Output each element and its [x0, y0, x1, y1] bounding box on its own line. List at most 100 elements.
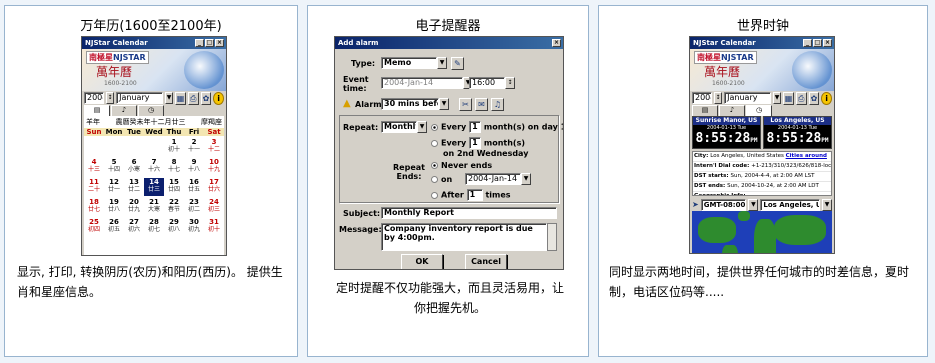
message-icon[interactable]: ✉ [475, 98, 488, 111]
day-cell[interactable]: 24 初三 [204, 198, 224, 216]
tools-icon[interactable]: ✂ [459, 98, 472, 111]
day-cell[interactable]: 29 初八 [164, 218, 184, 236]
tab-clock-icon[interactable]: ◷ [138, 105, 164, 116]
ends-on-option[interactable]: on [431, 175, 452, 184]
clock-remote[interactable]: Los Angeles, US 2004-01-13 Tue 8:55:28PM [763, 116, 832, 149]
city-select[interactable]: Los Angeles, US [760, 198, 821, 211]
maximize-icon[interactable]: □ [813, 39, 822, 47]
day-cell[interactable]: 17 廿六 [204, 178, 224, 196]
edit-icon[interactable]: ✎ [451, 57, 464, 70]
day-cell[interactable]: 8 十七 [164, 158, 184, 176]
message-scrollbar[interactable] [547, 223, 557, 251]
ends-date-field[interactable]: 2004-Jan-14 [465, 173, 521, 185]
day-cell[interactable]: 5 十四 [104, 158, 124, 176]
day-cell[interactable]: 30 初九 [184, 218, 204, 236]
day-cell[interactable]: 20 廿九 [124, 198, 144, 216]
day-cell[interactable]: 23 初二 [184, 198, 204, 216]
message-textarea[interactable]: Company inventory report is due by 4:00p… [381, 223, 547, 251]
day-cell[interactable]: 12 廿一 [104, 178, 124, 196]
maximize-icon[interactable]: □ [205, 39, 214, 47]
year-field[interactable]: 2004 [84, 92, 104, 104]
day-cell[interactable]: 1 初十 [164, 138, 184, 156]
timezone-select[interactable]: GMT-08:00 [700, 198, 747, 211]
event-date-field[interactable]: 2004-Jan-14 [381, 77, 463, 89]
settings-icon[interactable]: ✿ [808, 91, 820, 105]
event-time-field[interactable]: 16:00 [469, 77, 505, 89]
day-cell[interactable]: 31 初十 [204, 218, 224, 236]
tab-alarm-icon[interactable]: ♪ [719, 105, 745, 116]
time-spin-icon[interactable]: ↕ [505, 77, 515, 89]
ends-after-option[interactable]: After 1 times [431, 189, 511, 201]
day-cell[interactable]: 21 大寒 [144, 198, 164, 216]
cities-around-link[interactable]: Cities around [786, 153, 827, 159]
never-ends-radio[interactable] [431, 162, 438, 169]
ends-on-radio[interactable] [431, 176, 438, 183]
chevron-down-icon[interactable]: ▼ [164, 92, 174, 104]
day-cell[interactable]: 2 十一 [184, 138, 204, 156]
chevron-down-icon[interactable]: ▼ [772, 92, 782, 104]
tab-calendar-icon[interactable]: ▤ [84, 105, 110, 116]
chevron-down-icon[interactable]: ▼ [822, 198, 832, 211]
day-cell[interactable]: 10 十九 [204, 158, 224, 176]
minimize-icon[interactable]: _ [803, 39, 812, 47]
clock-home[interactable]: Sunrise Manor, US 2004-01-13 Tue 8:55:28… [692, 116, 761, 149]
year-spin-icon[interactable]: ↕ [713, 92, 723, 104]
every-weekday-count-field[interactable]: 1 [469, 137, 482, 149]
never-ends-option[interactable]: Never ends [431, 161, 492, 170]
arrow-right-icon[interactable]: ➤ [692, 200, 699, 209]
info-icon[interactable]: i [821, 91, 833, 105]
subject-input[interactable]: Monthly Report [381, 207, 557, 219]
calendar-icon[interactable]: ▦ [175, 91, 186, 105]
year-field[interactable]: 2004 [692, 92, 712, 104]
day-cell[interactable]: 13 廿二 [124, 178, 144, 196]
chevron-down-icon[interactable]: ▼ [437, 57, 447, 69]
cancel-button[interactable]: Cancel [465, 254, 507, 269]
world-map[interactable] [692, 211, 832, 253]
day-cell[interactable]: 19 廿八 [104, 198, 124, 216]
day-cell[interactable]: 22 春节 [164, 198, 184, 216]
close-icon[interactable]: × [215, 39, 224, 47]
type-select[interactable]: Memo [381, 57, 437, 69]
every-weekday-option[interactable]: Every 1 month(s) [431, 137, 525, 149]
chevron-down-icon[interactable]: ▼ [748, 198, 759, 211]
settings-icon[interactable]: ✿ [200, 91, 212, 105]
day-cell[interactable]: 6 小寒 [124, 158, 144, 176]
sound-icon[interactable]: ♫ [491, 98, 504, 111]
tab-calendar-icon[interactable]: ▤ [692, 105, 718, 116]
day-cell[interactable]: 18 廿七 [84, 198, 104, 216]
day-cell[interactable]: 15 廿四 [164, 178, 184, 196]
tab-alarm-icon[interactable]: ♪ [111, 105, 137, 116]
day-cell[interactable]: 3 十二 [204, 138, 224, 156]
day-cell[interactable]: 26 初五 [104, 218, 124, 236]
print-icon[interactable]: ⎙ [187, 91, 199, 105]
alarm-select[interactable]: 30 mins before [381, 98, 439, 110]
ends-after-radio[interactable] [431, 191, 438, 199]
month-select[interactable]: January [116, 92, 163, 104]
date-dropdown-icon[interactable]: ▼ [521, 173, 531, 185]
day-cell[interactable]: 16 廿五 [184, 178, 204, 196]
calendar-icon[interactable]: ▦ [783, 91, 794, 105]
chevron-down-icon[interactable]: ▼ [417, 121, 427, 133]
ok-button[interactable]: OK [401, 254, 443, 269]
every-weekday-radio[interactable] [431, 139, 438, 147]
close-icon[interactable]: × [552, 39, 561, 47]
after-count-field[interactable]: 1 [466, 189, 483, 201]
day-cell[interactable]: 11 二十 [84, 178, 104, 196]
print-icon[interactable]: ⎙ [795, 91, 807, 105]
day-cell[interactable]: 25 初四 [84, 218, 104, 236]
day-cell[interactable]: 27 初六 [124, 218, 144, 236]
every-day-radio[interactable] [431, 123, 438, 131]
day-cell[interactable]: 4 十三 [84, 158, 104, 176]
chevron-down-icon[interactable]: ▼ [439, 98, 449, 110]
day-cell[interactable]: 7 十六 [144, 158, 164, 176]
month-select[interactable]: January [724, 92, 771, 104]
tab-clock-icon[interactable]: ◷ [746, 105, 772, 116]
day-cell[interactable]: 14 廿三 [144, 178, 164, 196]
minimize-icon[interactable]: _ [195, 39, 204, 47]
repeat-select[interactable]: Monthly [381, 121, 417, 133]
year-spin-icon[interactable]: ↕ [105, 92, 115, 104]
info-icon[interactable]: i [213, 91, 225, 105]
day-cell[interactable]: 9 十八 [184, 158, 204, 176]
every-day-option[interactable]: Every 1 month(s) on day 14 [431, 121, 563, 133]
close-icon[interactable]: × [823, 39, 832, 47]
